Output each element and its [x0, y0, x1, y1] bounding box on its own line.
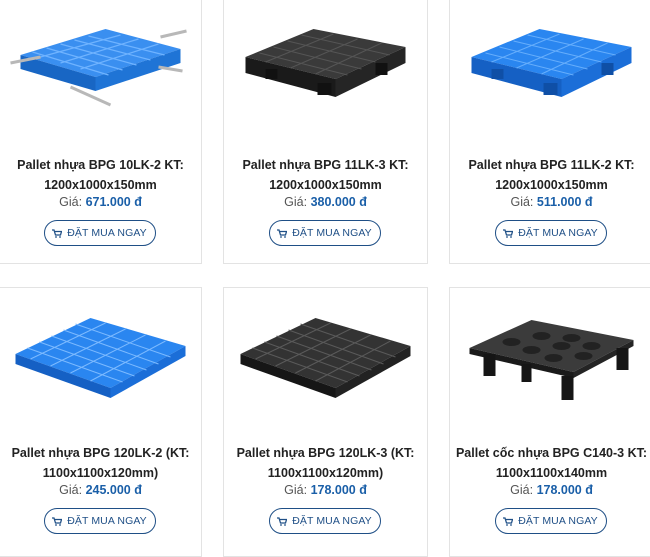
product-price: Giá: 671.000 đ	[59, 195, 142, 209]
buy-now-button[interactable]: ĐẶT MUA NGAY	[43, 220, 156, 246]
product-card[interactable]: Pallet nhựa BPG 10LK-2 KT: 1200x1000x150…	[0, 0, 202, 264]
buy-now-button[interactable]: ĐẶT MUA NGAY	[268, 220, 381, 246]
product-card[interactable]: Pallet nhựa BPG 11LK-3 KT: 1200x1000x150…	[223, 0, 428, 264]
product-card[interactable]: Pallet nhựa BPG 120LK-2 (KT: 1100x1100x1…	[0, 287, 202, 557]
product-name[interactable]: Pallet nhựa BPG 120LK-3 (KT: 1100x1100x1…	[228, 443, 423, 483]
product-name[interactable]: Pallet cốc nhựa BPG C140-3 KT: 1100x1100…	[454, 443, 649, 483]
buy-now-button[interactable]: ĐẶT MUA NGAY	[494, 508, 607, 534]
product-price: Giá: 178.000 đ	[510, 483, 593, 497]
buy-now-button[interactable]: ĐẶT MUA NGAY	[43, 508, 156, 534]
product-name[interactable]: Pallet nhựa BPG 120LK-2 (KT: 1100x1100x1…	[4, 443, 197, 483]
cart-icon	[503, 228, 514, 238]
product-image-black-cup-pallet[interactable]	[460, 296, 643, 406]
buy-now-button[interactable]: ĐẶT MUA NGAY	[268, 508, 381, 534]
product-price: Giá: 511.000 đ	[510, 195, 593, 209]
product-price: Giá: 178.000 đ	[284, 483, 367, 497]
product-name[interactable]: Pallet nhựa BPG 11LK-2 KT: 1200x1000x150…	[454, 155, 649, 195]
product-card[interactable]: Pallet cốc nhựa BPG C140-3 KT: 1100x1100…	[449, 287, 650, 557]
cart-icon	[277, 516, 288, 526]
product-image-blue-pallet-grid[interactable]	[10, 296, 191, 406]
cart-icon	[503, 516, 514, 526]
product-image-black-pallet[interactable]	[234, 7, 417, 117]
product-name[interactable]: Pallet nhựa BPG 10LK-2 KT: 1200x1000x150…	[4, 155, 197, 195]
product-card[interactable]: Pallet nhựa BPG 120LK-3 (KT: 1100x1100x1…	[223, 287, 428, 557]
product-price: Giá: 380.000 đ	[284, 195, 367, 209]
product-image-blue-pallet-steel-rods[interactable]	[10, 7, 191, 117]
product-price: Giá: 245.000 đ	[59, 483, 142, 497]
product-card[interactable]: Pallet nhựa BPG 11LK-2 KT: 1200x1000x150…	[449, 0, 650, 264]
product-image-blue-pallet[interactable]	[460, 7, 643, 117]
product-image-black-pallet-grid[interactable]	[234, 296, 417, 406]
buy-now-button[interactable]: ĐẶT MUA NGAY	[494, 220, 607, 246]
cart-icon	[52, 516, 63, 526]
cart-icon	[277, 228, 288, 238]
cart-icon	[52, 228, 63, 238]
product-name[interactable]: Pallet nhựa BPG 11LK-3 KT: 1200x1000x150…	[228, 155, 423, 195]
